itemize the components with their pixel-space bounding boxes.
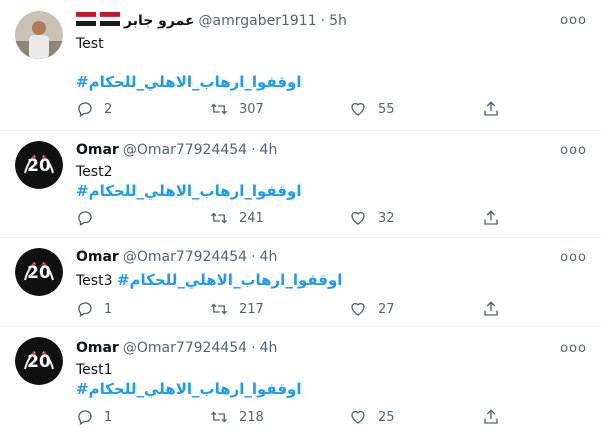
user-handle[interactable]: @Omar77924454 <box>123 340 247 356</box>
separator-dot: · <box>251 249 256 265</box>
reply-button[interactable]: 1 <box>76 408 112 426</box>
avatar-badge-text: 20 <box>27 352 51 372</box>
retweet-button[interactable]: 241 <box>209 209 264 227</box>
hashtag-line: #اوقفوا_ارهاب_الاهلي_للحكام <box>76 379 302 398</box>
share-icon <box>482 300 500 318</box>
like-icon <box>348 300 368 318</box>
display-name[interactable]: Omar <box>76 142 119 158</box>
like-icon <box>348 209 368 227</box>
tweet-actions: 1 218 25 <box>76 408 516 428</box>
hashtag-link[interactable]: #اوقفوا_ارهاب_الاهلي_للحكام <box>76 380 302 398</box>
reply-icon <box>76 300 94 318</box>
share-button[interactable] <box>482 408 500 426</box>
retweet-count: 307 <box>239 101 264 117</box>
separator-dot: · <box>320 13 326 29</box>
tweet-header: عمرو جابر @amrgaber1911 · 5h <box>75 12 347 30</box>
retweet-button[interactable]: 217 <box>209 300 264 318</box>
avatar[interactable]: 20 <box>15 141 63 189</box>
tweet-feed: عمرو جابر @amrgaber1911 · 5h ooo Test #ا… <box>0 0 601 438</box>
like-button[interactable]: 55 <box>348 100 395 118</box>
tweet-text: Test <box>76 36 104 52</box>
egypt-flag-icon <box>99 12 121 30</box>
avatar[interactable]: 20 <box>15 248 63 296</box>
retweet-button[interactable]: 218 <box>209 408 264 426</box>
avatar[interactable] <box>15 11 63 59</box>
reply-icon <box>76 209 94 227</box>
share-icon <box>482 209 500 227</box>
display-name[interactable]: Omar <box>76 340 119 356</box>
hashtag-line: #اوقفوا_ارهاب_الاهلي_للحكام <box>76 181 302 200</box>
retweet-icon <box>209 209 229 227</box>
separator-dot: · <box>251 340 256 356</box>
reply-count: 1 <box>104 409 113 425</box>
retweet-count: 218 <box>239 409 264 425</box>
timestamp[interactable]: 4h <box>260 340 278 356</box>
more-icon[interactable]: ooo <box>560 143 587 158</box>
hashtag-line: #اوقفوا_ارهاب_الاهلي_للحكام <box>76 72 302 91</box>
avatar-badge-text: 20 <box>27 263 51 283</box>
timestamp[interactable]: 4h <box>260 142 278 158</box>
share-button[interactable] <box>482 209 500 227</box>
reply-icon <box>76 100 94 118</box>
more-icon[interactable]: ooo <box>560 341 587 356</box>
hashtag-link[interactable]: #اوقفوا_ارهاب_الاهلي_للحكام <box>76 73 302 91</box>
like-count: 25 <box>378 409 395 425</box>
tweet-header: Omar @Omar77924454 · 4h <box>76 249 277 265</box>
retweet-icon <box>209 300 229 318</box>
more-icon[interactable]: ooo <box>560 13 587 28</box>
timestamp[interactable]: 4h <box>260 249 278 265</box>
like-button[interactable]: 32 <box>348 209 395 227</box>
tweet-text: Test3 <box>76 273 113 289</box>
tweet-header: Omar @Omar77924454 · 4h <box>76 142 277 158</box>
user-handle[interactable]: @amrgaber1911 <box>199 13 317 29</box>
avatar-badge-text: 20 <box>27 156 51 176</box>
reply-count: 2 <box>104 101 113 117</box>
share-icon <box>482 408 500 426</box>
retweet-count: 217 <box>239 301 264 317</box>
egypt-flag-icon <box>75 12 97 30</box>
reply-button[interactable]: 2 <box>76 100 112 118</box>
retweet-icon <box>209 408 229 426</box>
reply-icon <box>76 408 94 426</box>
tweet-actions: 241 32 <box>76 209 516 229</box>
tweet-actions: 1 217 27 <box>76 300 516 320</box>
share-icon <box>482 100 500 118</box>
tweet-text: Test2 <box>76 164 113 180</box>
like-count: 55 <box>378 101 395 117</box>
like-icon <box>348 408 368 426</box>
avatar[interactable]: 20 <box>15 337 63 385</box>
share-button[interactable] <box>482 300 500 318</box>
tweet-text-line: Test3 #اوقفوا_ارهاب_الاهلي_للحكام <box>76 271 342 289</box>
like-count: 32 <box>378 210 395 226</box>
tweet-header: Omar @Omar77924454 · 4h <box>76 340 277 356</box>
share-button[interactable] <box>482 100 500 118</box>
retweet-button[interactable]: 307 <box>209 100 264 118</box>
reply-button[interactable] <box>76 209 104 227</box>
reply-count: 1 <box>104 301 113 317</box>
like-button[interactable]: 27 <box>348 300 395 318</box>
reply-button[interactable]: 1 <box>76 300 112 318</box>
tweet-actions: 2 307 55 <box>76 100 516 120</box>
display-name[interactable]: عمرو جابر <box>124 13 195 29</box>
display-name[interactable]: Omar <box>76 249 119 265</box>
hashtag-link[interactable]: #اوقفوا_ارهاب_الاهلي_للحكام <box>117 271 343 289</box>
tweet-3[interactable]: 20 Omar @Omar77924454 · 4h ooo Test3 #او… <box>0 238 601 327</box>
retweet-count: 241 <box>239 210 264 226</box>
like-button[interactable]: 25 <box>348 408 395 426</box>
timestamp[interactable]: 5h <box>329 13 347 29</box>
tweet-1[interactable]: عمرو جابر @amrgaber1911 · 5h ooo Test #ا… <box>0 0 601 131</box>
tweet-2[interactable]: 20 Omar @Omar77924454 · 4h ooo Test2 #او… <box>0 131 601 238</box>
more-icon[interactable]: ooo <box>560 250 587 265</box>
retweet-icon <box>209 100 229 118</box>
hashtag-link[interactable]: #اوقفوا_ارهاب_الاهلي_للحكام <box>76 182 302 200</box>
like-icon <box>348 100 368 118</box>
tweet-4[interactable]: 20 Omar @Omar77924454 · 4h ooo Test1 #او… <box>0 327 601 438</box>
user-handle[interactable]: @Omar77924454 <box>123 249 247 265</box>
user-handle[interactable]: @Omar77924454 <box>123 142 247 158</box>
tweet-text: Test1 <box>76 362 113 378</box>
like-count: 27 <box>378 301 395 317</box>
separator-dot: · <box>251 142 256 158</box>
